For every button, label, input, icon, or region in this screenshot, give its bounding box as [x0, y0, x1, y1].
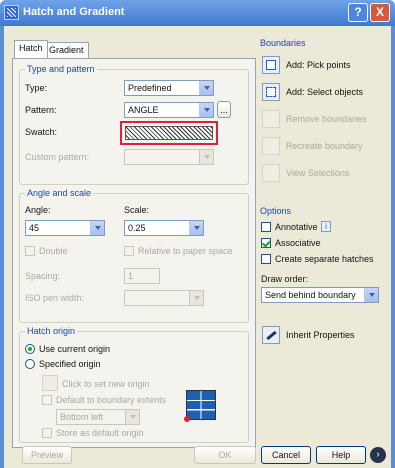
hatch-app-icon: [4, 5, 19, 20]
scale-select[interactable]: 0.25: [124, 220, 204, 236]
iso-pen-select[interactable]: [124, 290, 204, 306]
hatch-origin-group: Hatch origin Use current origin Specifie…: [19, 326, 249, 443]
chevron-down-icon: [199, 103, 213, 117]
pattern-browse-button[interactable]: ...: [217, 101, 231, 118]
type-label: Type:: [25, 83, 48, 93]
right-panel: Boundaries Add: Pick points Add: Select …: [260, 26, 391, 446]
tab-hatch[interactable]: Hatch: [14, 40, 48, 58]
pattern-select[interactable]: ANGLE: [124, 102, 214, 118]
custom-pattern-label: Custom pattern:: [25, 152, 90, 162]
hatch-tab-panel: Type and pattern Type: Predefined Patter…: [12, 58, 256, 448]
boundary-extents-select[interactable]: Bottom left: [56, 409, 140, 425]
origin-preview-icon: [184, 390, 216, 422]
chevron-down-icon: [199, 150, 213, 164]
swatch-preview[interactable]: [125, 126, 213, 140]
relative-paper-label: Relative to paper space: [138, 246, 233, 256]
recreate-boundary-label[interactable]: Recreate boundary: [286, 141, 363, 151]
ok-button[interactable]: OK: [194, 446, 256, 464]
type-pattern-title: Type and pattern: [25, 64, 97, 74]
relative-paper-checkbox[interactable]: [124, 246, 134, 256]
add-pick-points-label[interactable]: Add: Pick points: [286, 60, 351, 70]
angle-select[interactable]: 45: [25, 220, 105, 236]
boundary-extents-value: Bottom left: [60, 412, 104, 422]
add-select-objects-label[interactable]: Add: Select objects: [286, 87, 363, 97]
chevron-down-icon: [199, 81, 213, 95]
cancel-button[interactable]: Cancel: [261, 446, 311, 464]
origin-point-icon: [184, 416, 190, 422]
type-pattern-group: Type and pattern Type: Predefined Patter…: [19, 64, 249, 185]
hatch-origin-title: Hatch origin: [25, 326, 78, 336]
double-checkbox[interactable]: [25, 246, 35, 256]
help-button[interactable]: Help: [316, 446, 366, 464]
type-select[interactable]: Predefined: [124, 80, 214, 96]
type-value: Predefined: [128, 83, 172, 93]
brush-glyph: [266, 330, 277, 341]
select-objects-glyph: [266, 87, 276, 97]
chevron-down-icon: [125, 410, 139, 424]
associative-checkbox[interactable]: [261, 238, 271, 248]
title-bar[interactable]: Hatch and Gradient ? X: [0, 0, 395, 26]
inherit-properties-label[interactable]: Inherit Properties: [286, 330, 355, 340]
angle-scale-title: Angle and scale: [25, 188, 94, 198]
chevron-down-icon: [189, 291, 203, 305]
draw-order-select[interactable]: Send behind boundary: [261, 287, 379, 303]
default-boundary-checkbox[interactable]: [42, 395, 52, 405]
view-selections-icon[interactable]: [262, 164, 280, 182]
set-origin-icon[interactable]: [42, 375, 58, 391]
annotative-checkbox[interactable]: [261, 222, 271, 232]
select-objects-icon[interactable]: [262, 83, 280, 101]
draw-order-value: Send behind boundary: [265, 290, 356, 300]
dialog-body: Hatch Gradient Type and pattern Type: Pr…: [4, 26, 391, 468]
scale-value: 0.25: [128, 223, 146, 233]
angle-scale-group: Angle and scale Angle: 45 Scale: 0.25 Do…: [19, 188, 249, 323]
default-boundary-label: Default to boundary extents: [56, 395, 167, 405]
double-label: Double: [39, 246, 68, 256]
inherit-properties-icon[interactable]: [262, 326, 280, 344]
remove-boundaries-label[interactable]: Remove boundaries: [286, 114, 367, 124]
annotative-label: Annotative: [275, 222, 318, 232]
pick-points-glyph: [266, 60, 276, 70]
specified-origin-radio[interactable]: [25, 359, 35, 369]
preview-button[interactable]: Preview: [22, 446, 72, 464]
remove-boundaries-icon[interactable]: [262, 110, 280, 128]
specified-origin-label: Specified origin: [39, 359, 101, 369]
options-title: Options: [260, 206, 292, 216]
close-button[interactable]: X: [370, 3, 390, 22]
swatch-label: Swatch:: [25, 127, 58, 137]
hatch-gradient-dialog: Hatch and Gradient ? X Hatch Gradient Ty…: [0, 0, 395, 468]
chevron-down-icon: [90, 221, 104, 235]
more-options-icon[interactable]: ›: [370, 447, 386, 463]
custom-pattern-select[interactable]: [124, 149, 214, 165]
tab-gradient[interactable]: Gradient: [44, 42, 89, 58]
iso-pen-label: ISO pen width:: [25, 293, 85, 303]
view-selections-label[interactable]: View Selections: [286, 168, 349, 178]
swatch-highlight: [120, 121, 218, 145]
angle-value: 45: [29, 223, 40, 233]
pick-points-icon[interactable]: [262, 56, 280, 74]
separate-hatches-label: Create separate hatches: [275, 254, 374, 264]
draw-order-label: Draw order:: [261, 274, 309, 284]
spacing-input[interactable]: 1: [124, 268, 160, 284]
chevron-down-icon: [364, 288, 378, 302]
store-default-label: Store as default origin: [56, 428, 144, 438]
associative-label: Associative: [275, 238, 321, 248]
use-current-origin-radio[interactable]: [25, 344, 35, 354]
scale-label: Scale:: [124, 205, 150, 215]
help-title-button[interactable]: ?: [348, 3, 368, 22]
info-icon[interactable]: i: [321, 221, 331, 232]
pattern-label: Pattern:: [25, 105, 57, 115]
angle-label: Angle:: [25, 205, 51, 215]
use-current-origin-label: Use current origin: [39, 344, 111, 354]
recreate-boundary-icon[interactable]: [262, 137, 280, 155]
separate-hatches-checkbox[interactable]: [261, 254, 271, 264]
spacing-value: 1: [128, 271, 134, 281]
click-set-origin-label: Click to set new origin: [62, 379, 150, 389]
dialog-title: Hatch and Gradient: [23, 6, 125, 18]
chevron-down-icon: [189, 221, 203, 235]
pattern-value: ANGLE: [128, 105, 159, 115]
boundaries-title: Boundaries: [260, 38, 306, 48]
store-default-checkbox[interactable]: [42, 428, 52, 438]
spacing-label: Spacing:: [25, 271, 61, 281]
